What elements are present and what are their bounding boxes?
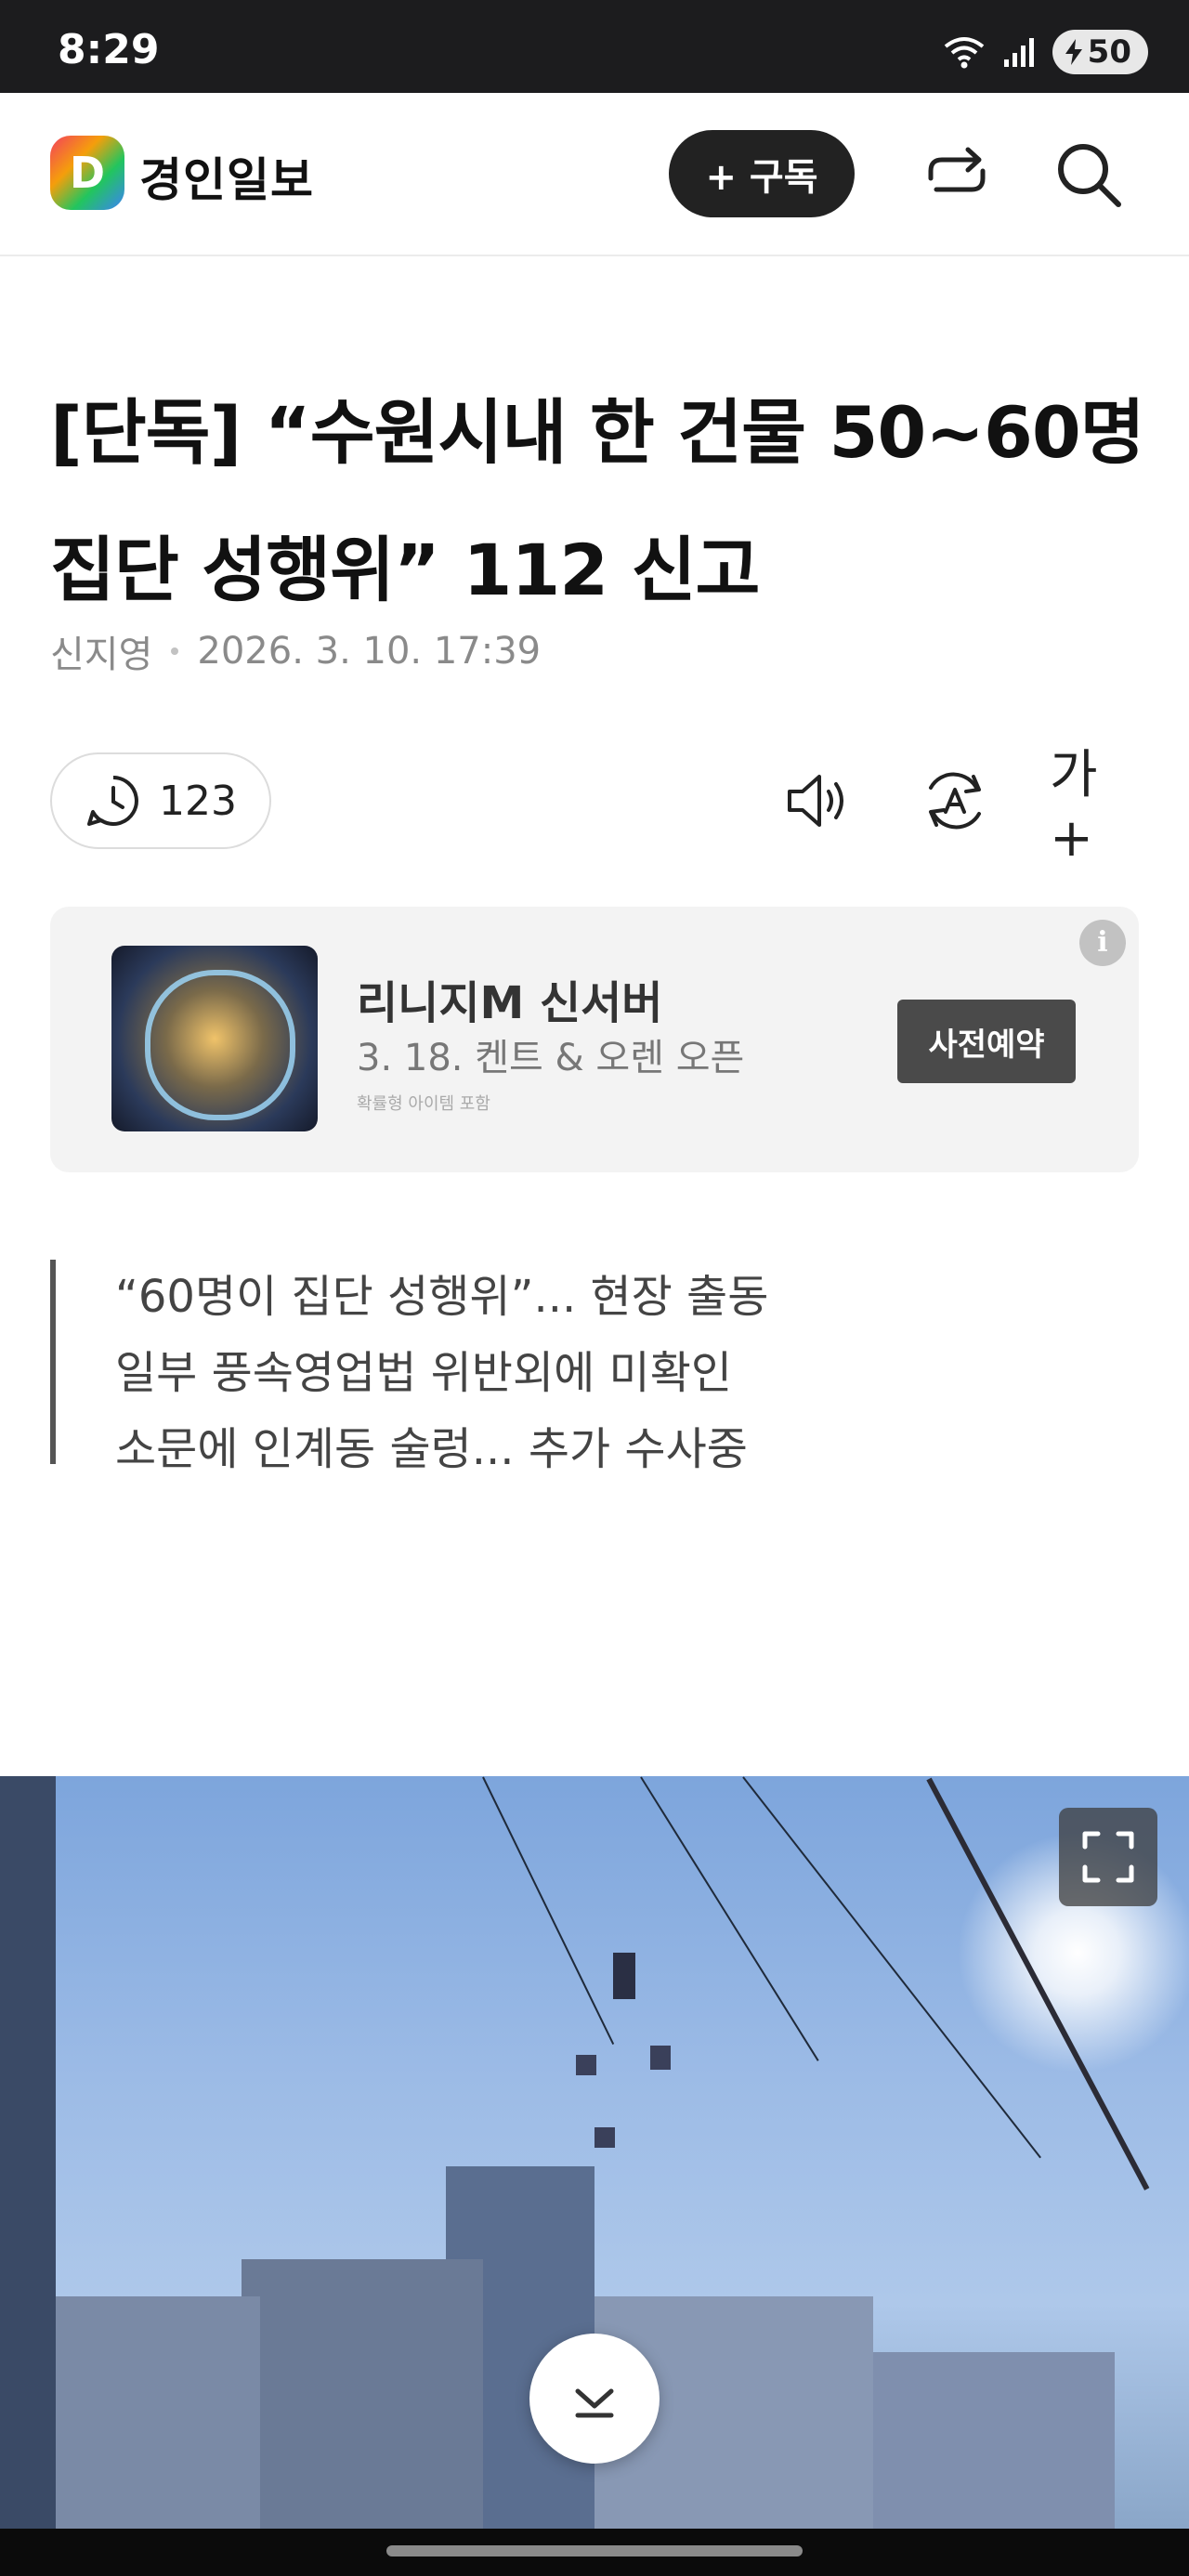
pre-register-button[interactable]: 사전예약 bbox=[897, 1000, 1076, 1083]
status-bar: 8:29 50 bbox=[0, 0, 1189, 93]
translate-icon[interactable] bbox=[918, 764, 992, 838]
ad-title: 리니지M 신서버 bbox=[357, 977, 663, 1029]
summary-line: 일부 풍속영업법 위반외에 미확인 bbox=[115, 1347, 733, 1399]
photo-pixel bbox=[576, 2055, 596, 2075]
status-icons: 50 bbox=[943, 30, 1148, 74]
article-summary: “60명이 집단 성행위”... 현장 출동 일부 풍속영업법 위반외에 미확인… bbox=[50, 1260, 1096, 1475]
summary-line: 소문에 인계동 술렁... 추가 수사중 bbox=[115, 1423, 748, 1475]
search-icon[interactable] bbox=[1052, 137, 1126, 212]
app-header: D 경인일보 + 구독 bbox=[0, 93, 1189, 256]
brand-logo[interactable]: D bbox=[50, 136, 124, 210]
photo-pixel bbox=[613, 1953, 635, 1999]
photo-wire bbox=[482, 1776, 615, 2046]
author-name[interactable]: 신지영 bbox=[50, 624, 152, 678]
article-byline: 신지영 2026. 3. 10. 17:39 bbox=[50, 624, 541, 678]
ad-subtitle: 3. 18. 켄트 & 오렌 오픈 bbox=[357, 1037, 745, 1079]
share-icon[interactable] bbox=[920, 137, 994, 212]
comment-count: 123 bbox=[159, 777, 237, 825]
subscribe-button[interactable]: + 구독 bbox=[669, 130, 855, 217]
wifi-icon bbox=[944, 37, 984, 69]
photo-pixelated-building bbox=[56, 2296, 260, 2529]
ad-card[interactable]: 리니지M 신서버 3. 18. 켄트 & 오렌 오픈 확률형 아이템 포함 사전… bbox=[50, 907, 1139, 1172]
summary-line: “60명이 집단 성행위”... 현장 출동 bbox=[115, 1271, 769, 1323]
brand-name[interactable]: 경인일보 bbox=[139, 143, 314, 210]
battery-indicator: 50 bbox=[1052, 30, 1148, 74]
font-size-icon[interactable]: 가+ bbox=[1050, 745, 1124, 869]
photo-pixel bbox=[650, 2046, 671, 2070]
expand-icon bbox=[1082, 1831, 1134, 1883]
photo-building-edge bbox=[0, 1776, 56, 2529]
charging-bolt-icon bbox=[1065, 39, 1082, 65]
ad-note: 확률형 아이템 포함 bbox=[357, 1094, 490, 1114]
article-title: [단독] “수원시내 한 건물 50~60명 집단 성행위” 112 신고 bbox=[50, 391, 1145, 611]
photo-pixelated-building bbox=[873, 2352, 1115, 2529]
photo-pixelated-building bbox=[242, 2259, 483, 2529]
logo-letter: D bbox=[69, 148, 106, 198]
byline-separator bbox=[171, 647, 179, 655]
home-indicator[interactable] bbox=[386, 2545, 803, 2556]
ad-info-icon[interactable]: i bbox=[1079, 920, 1126, 966]
scroll-down-button[interactable] bbox=[529, 2334, 660, 2464]
battery-level: 50 bbox=[1087, 33, 1131, 71]
photo-pixel bbox=[594, 2127, 615, 2148]
comment-button[interactable]: 123 bbox=[50, 752, 271, 849]
ad-thumbnail bbox=[111, 946, 318, 1131]
comment-clock-icon bbox=[87, 776, 138, 826]
chevron-down-icon bbox=[575, 2388, 614, 2418]
photo-wire bbox=[640, 1776, 819, 2061]
signal-icon bbox=[1003, 38, 1034, 67]
status-time: 8:29 bbox=[58, 26, 160, 73]
system-nav-bar bbox=[0, 2529, 1189, 2576]
speaker-icon[interactable] bbox=[780, 764, 855, 838]
fullscreen-button[interactable] bbox=[1059, 1808, 1157, 1906]
publish-date: 2026. 3. 10. 17:39 bbox=[197, 630, 542, 673]
